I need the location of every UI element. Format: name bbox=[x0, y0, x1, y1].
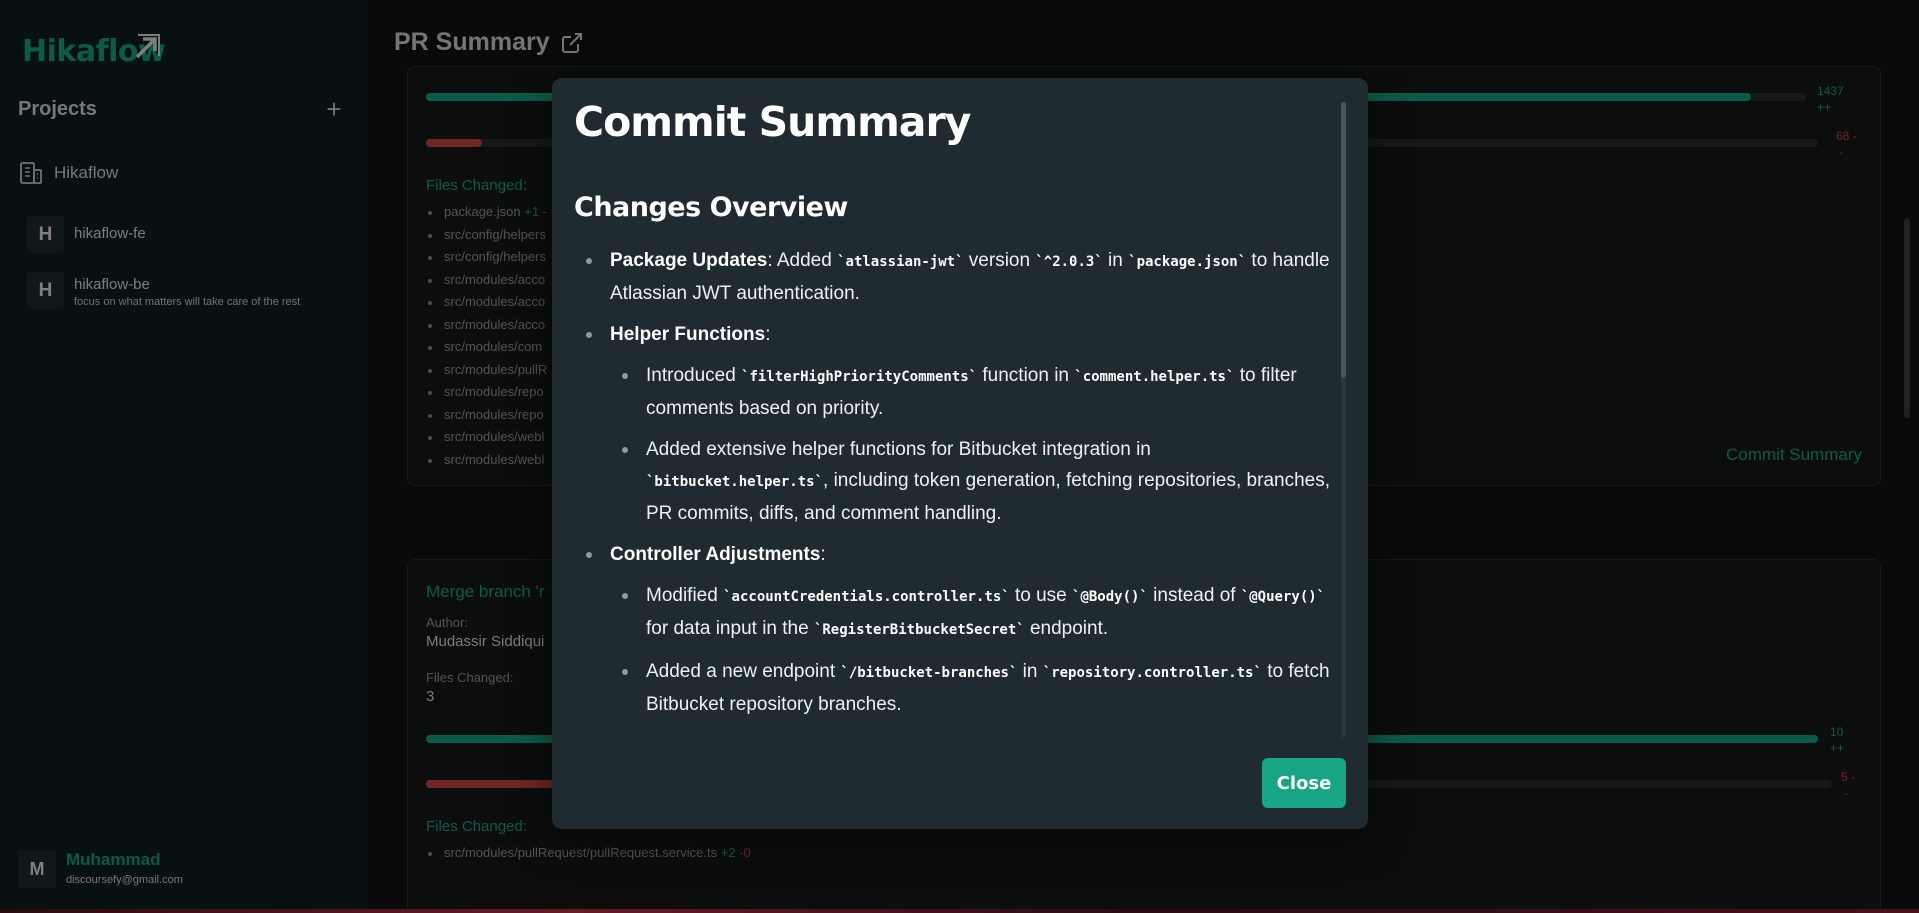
list-item: Modified `accountCredentials.controller.… bbox=[610, 580, 1334, 646]
section-heading: Changes Overview bbox=[574, 192, 848, 223]
commit-summary-modal: Commit Summary Changes Overview Package … bbox=[552, 78, 1368, 829]
bottom-accent-line bbox=[0, 909, 1919, 913]
list-item: Added extensive helper functions for Bit… bbox=[610, 434, 1334, 529]
summary-list: Package Updates: Added `atlassian-jwt` v… bbox=[574, 245, 1334, 720]
list-item: Package Updates: Added `atlassian-jwt` v… bbox=[574, 245, 1334, 309]
list-item: Introduced `filterHighPriorityComments` … bbox=[610, 360, 1334, 424]
list-item: Helper Functions: Introduced `filterHigh… bbox=[574, 319, 1334, 529]
modal-scrollbar-thumb[interactable] bbox=[1341, 102, 1346, 378]
modal-content: Commit Summary Changes Overview Package … bbox=[574, 94, 1334, 740]
close-button[interactable]: Close bbox=[1262, 758, 1346, 808]
modal-title: Commit Summary bbox=[574, 98, 971, 146]
list-item: Controller Adjustments: Modified `accoun… bbox=[574, 539, 1334, 720]
list-item: Added a new endpoint `/bitbucket-branche… bbox=[610, 656, 1334, 720]
